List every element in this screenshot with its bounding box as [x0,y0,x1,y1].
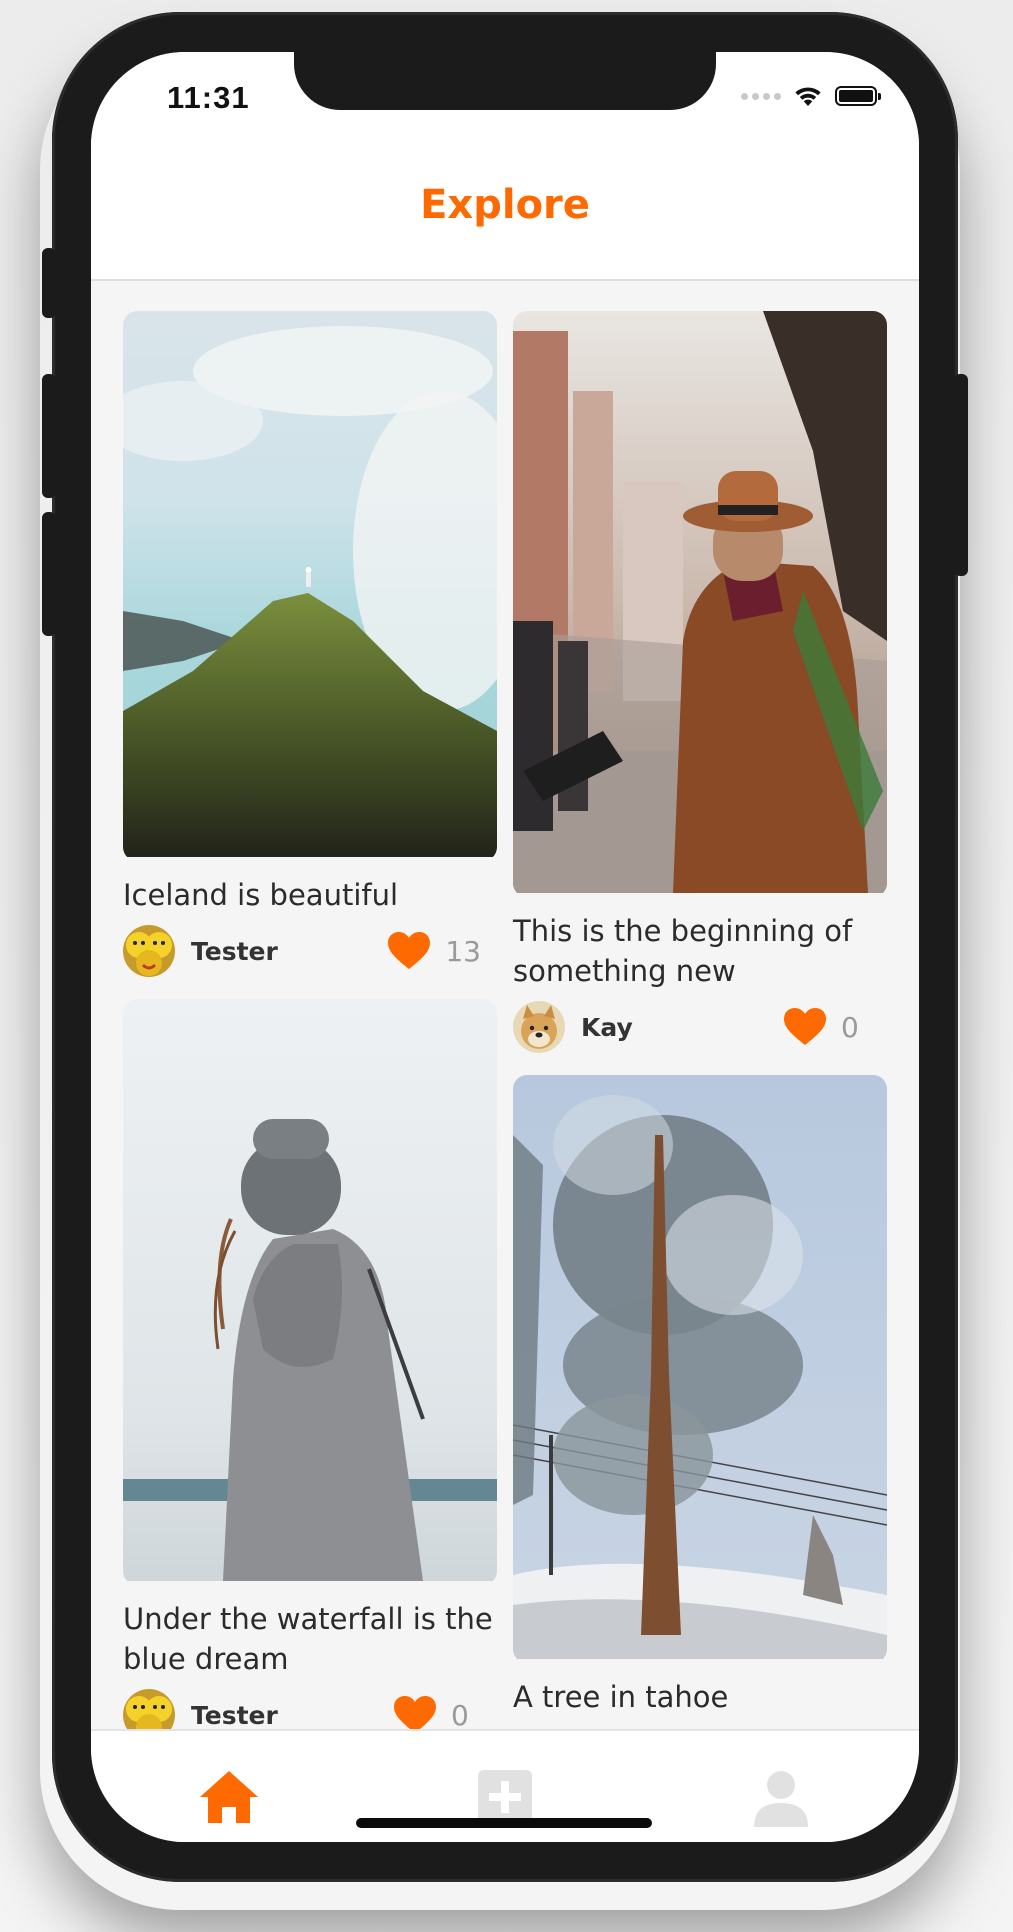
author-avatar[interactable] [123,1689,175,1729]
post-caption: This is the beginning of something new [513,914,853,988]
author-name[interactable]: Tester [191,1701,393,1730]
device-notch [294,52,716,110]
post-meta: Kay 0 [513,999,887,1055]
page-title: Explore [420,182,590,228]
author-name[interactable]: Tester [191,937,387,966]
tab-add-post[interactable] [465,1769,545,1842]
profile-icon[interactable] [752,1769,810,1827]
mute-switch [42,248,56,318]
like-control[interactable]: 0 [393,1695,481,1729]
post-card[interactable]: A tree in tahoe [513,1075,887,1717]
heart-icon[interactable] [783,1007,827,1047]
post-image[interactable] [513,1075,887,1663]
like-control[interactable]: 13 [387,931,481,971]
like-count: 0 [451,1698,469,1730]
author-avatar[interactable] [513,1001,565,1053]
app-screen: 11:31 Explore Iceland is beautiful Teste… [91,52,919,1842]
post-caption: Iceland is beautiful [123,878,399,912]
post-meta: Tester 13 [123,923,497,979]
heart-icon[interactable] [393,1695,437,1729]
post-caption: Under the waterfall is the blue dream [123,1602,493,1676]
post-image[interactable] [513,311,887,897]
explore-feed[interactable]: Iceland is beautiful Tester 13 Under the… [91,281,919,1729]
post-image[interactable] [123,999,497,1585]
home-indicator [356,1818,652,1828]
post-card[interactable]: This is the beginning of something new K… [513,311,887,1055]
add-post-icon[interactable] [477,1769,533,1825]
post-card[interactable]: Iceland is beautiful Tester 13 [123,311,497,979]
like-control[interactable]: 0 [783,1007,871,1047]
author-avatar[interactable] [123,925,175,977]
nav-header: Explore [91,142,919,281]
battery-icon [835,86,881,106]
post-image[interactable] [123,311,497,861]
status-time: 11:31 [167,80,250,115]
home-icon[interactable] [198,1769,260,1825]
power-button [954,374,968,576]
like-count: 0 [841,1010,859,1044]
volume-down-button [42,512,56,636]
signal-dots-icon [741,92,781,100]
post-card[interactable]: Under the waterfall is the blue dream Te… [123,999,497,1729]
author-name[interactable]: Kay [581,1013,783,1042]
heart-icon[interactable] [387,931,431,971]
wifi-icon [795,87,821,106]
like-count: 13 [445,934,481,968]
tab-profile[interactable] [741,1769,821,1842]
status-icons [741,84,881,108]
tab-home[interactable] [189,1769,269,1842]
volume-up-button [42,374,56,498]
post-meta: Tester 0 [123,1687,497,1729]
post-caption: A tree in tahoe [513,1680,729,1714]
